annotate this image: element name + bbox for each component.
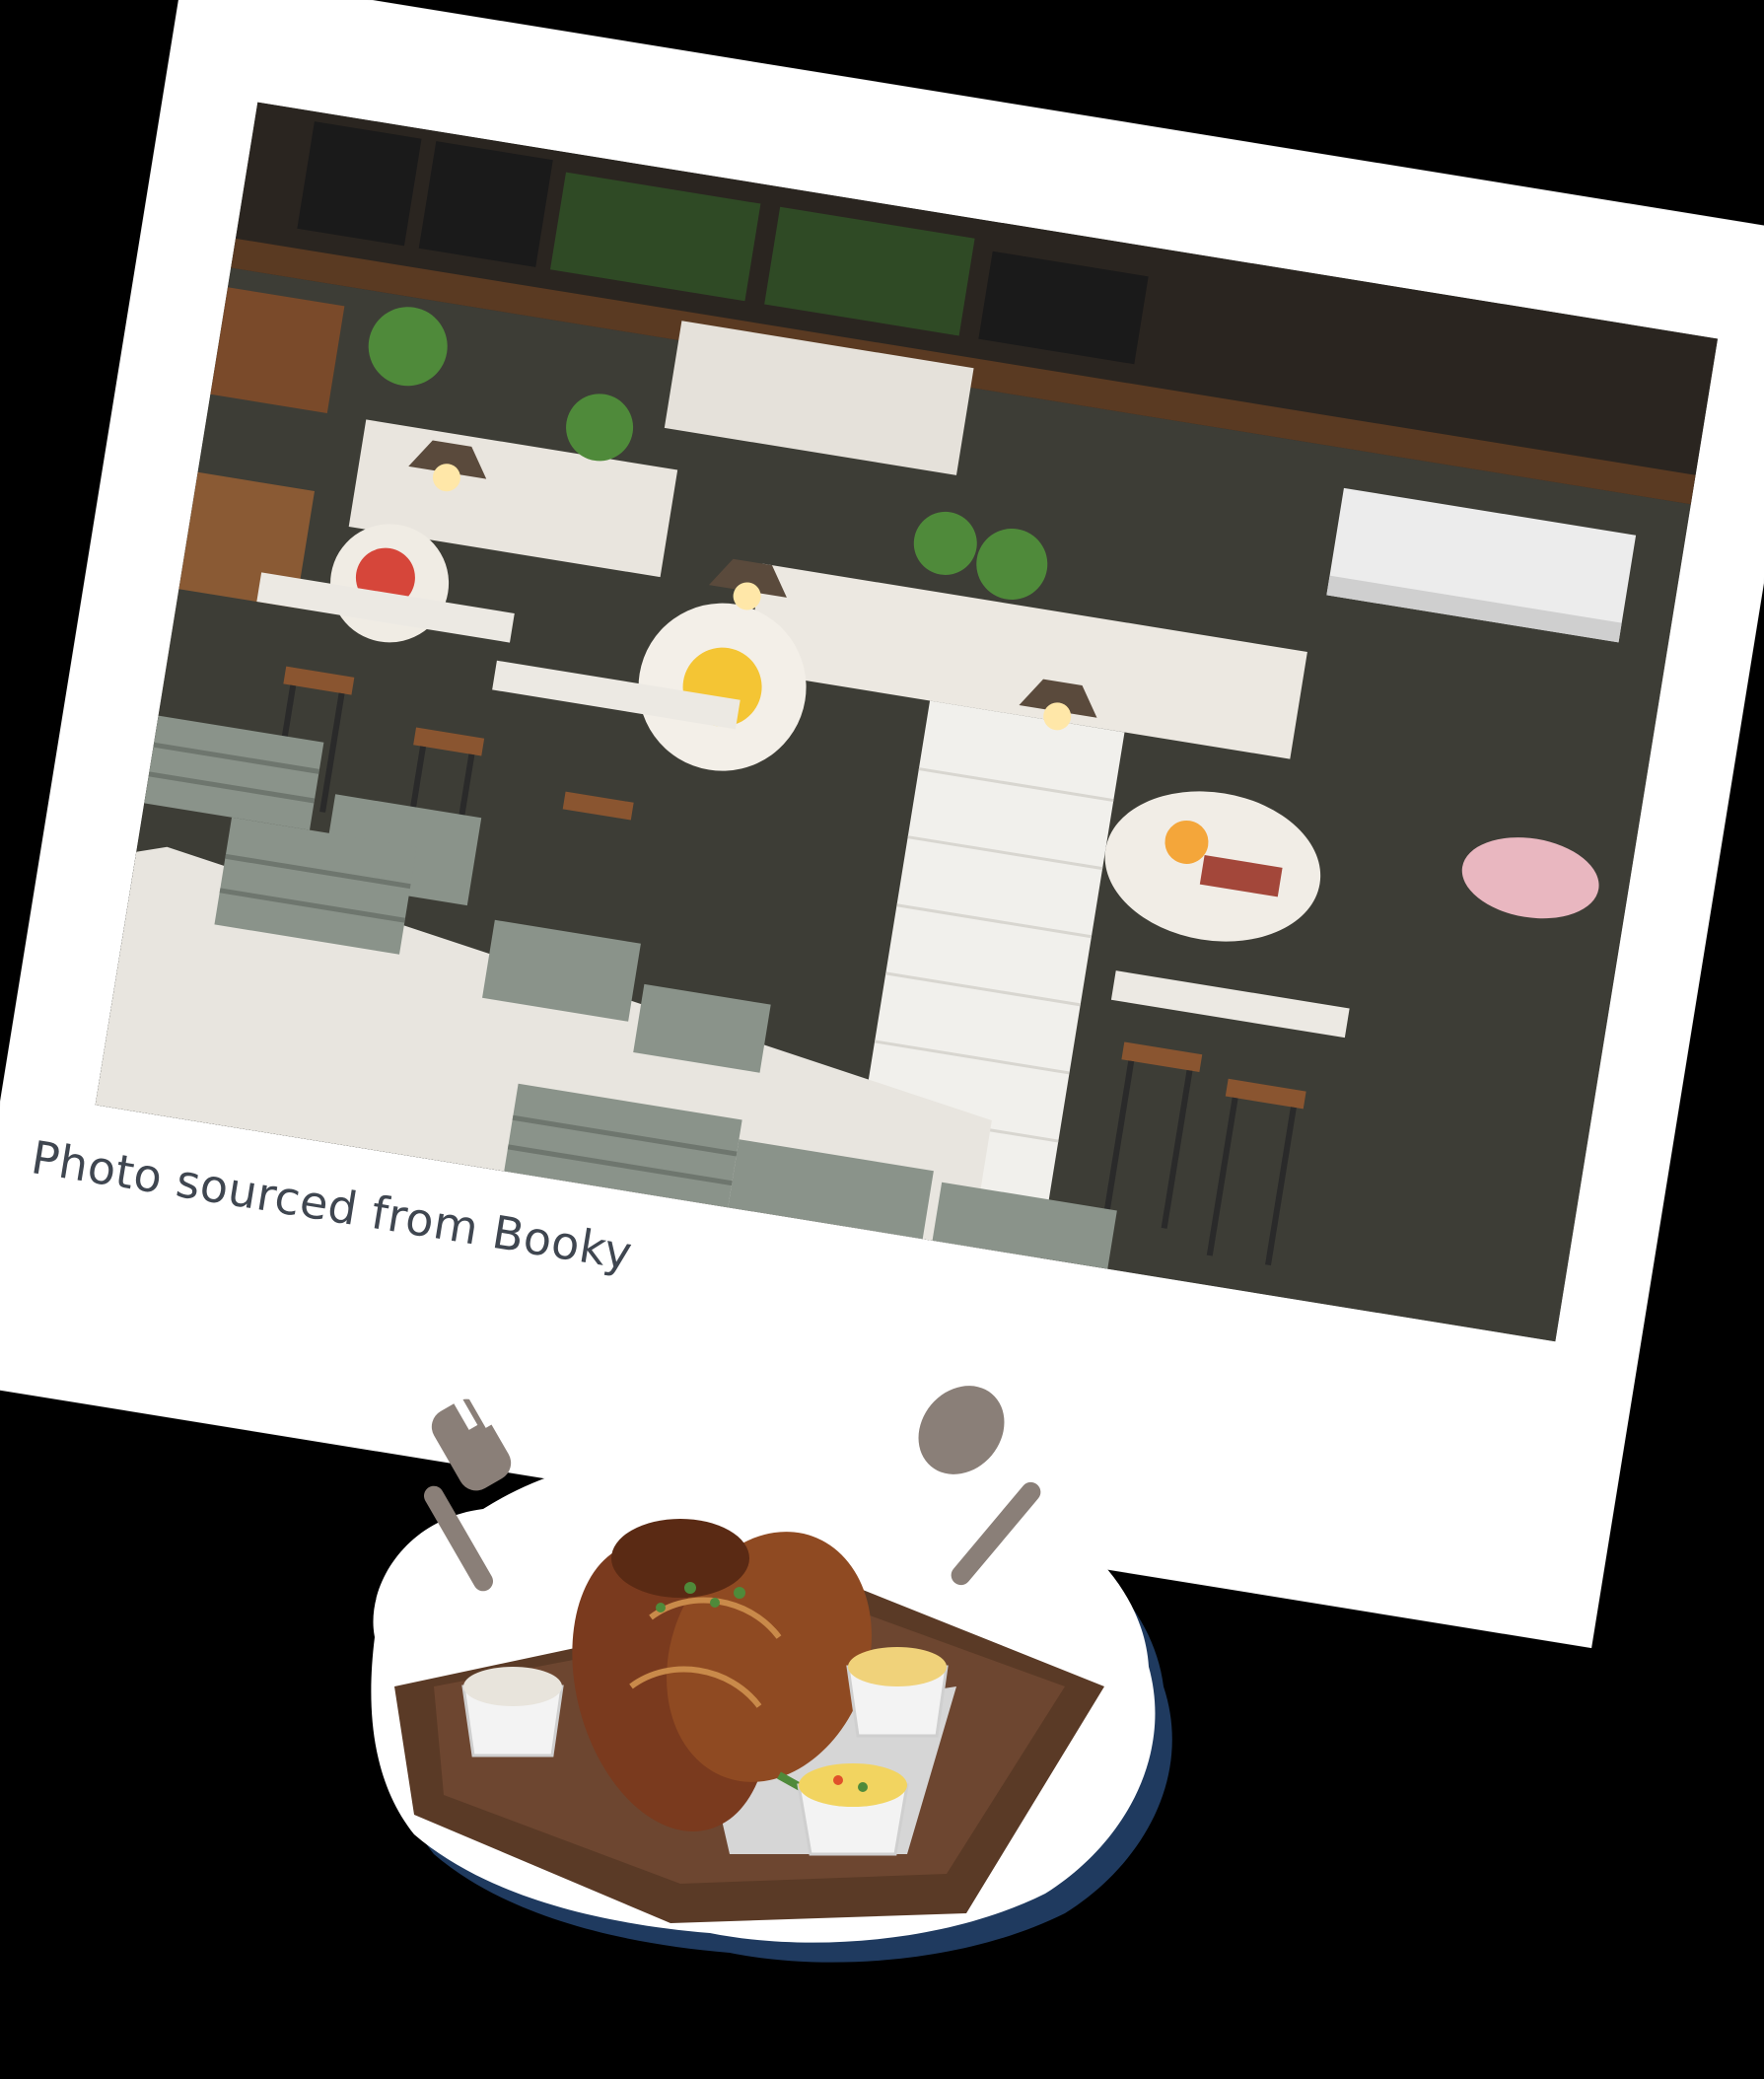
restaurant-photo [95, 102, 1719, 1342]
stage: Photo sourced from Booky [0, 0, 1764, 2079]
food-illustration-sticker [355, 1361, 1223, 1972]
restaurant-interior-image [95, 102, 1719, 1342]
